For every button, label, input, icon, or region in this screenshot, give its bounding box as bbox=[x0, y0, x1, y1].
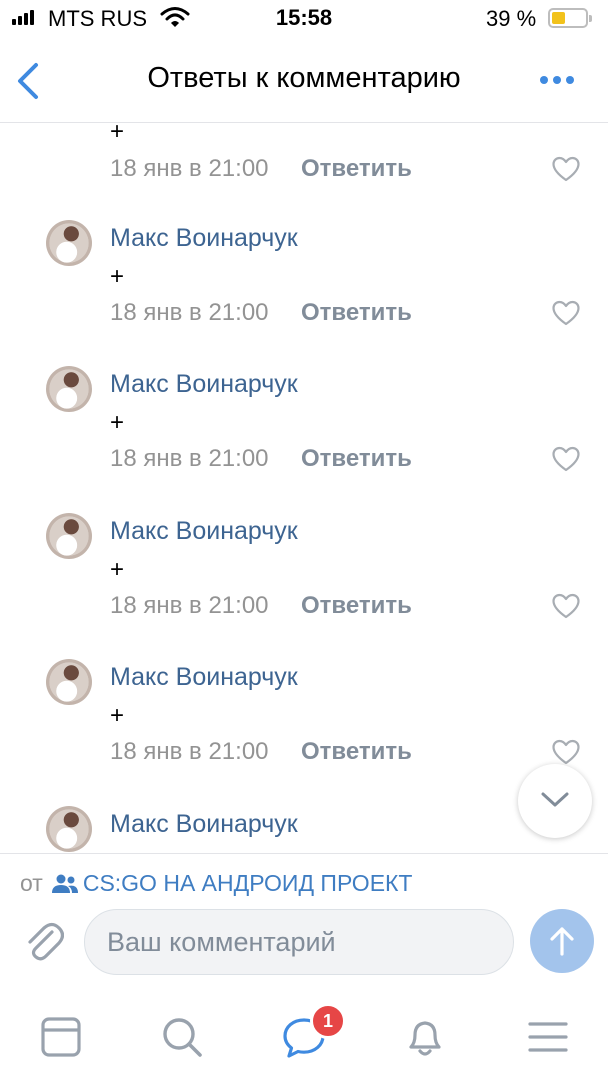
messages-badge: 1 bbox=[310, 1003, 346, 1039]
like-heart-icon[interactable] bbox=[552, 593, 580, 619]
comment-source: от CS:GO НА АНДРОИД ПРОЕКТ bbox=[20, 870, 412, 897]
comments-list: + 18 янв в 21:00 Ответить Макс Воинарчук… bbox=[0, 123, 608, 853]
source-group-link[interactable]: CS:GO НА АНДРОИД ПРОЕКТ bbox=[83, 870, 413, 897]
navigation-header: Ответы к комментарию bbox=[0, 40, 608, 123]
comment-date: 18 янв в 21:00 bbox=[110, 445, 269, 472]
comment-text: + bbox=[110, 123, 125, 145]
reply-button[interactable]: Ответить bbox=[301, 445, 412, 473]
comment-author[interactable]: Макс Воинарчук bbox=[110, 810, 298, 839]
source-prefix: от bbox=[20, 870, 43, 896]
bottom-tab-bar bbox=[0, 995, 608, 1080]
comment-text: + bbox=[110, 556, 125, 583]
paperclip-icon[interactable] bbox=[22, 918, 64, 964]
like-heart-icon[interactable] bbox=[552, 446, 580, 472]
divider bbox=[0, 853, 608, 854]
avatar[interactable] bbox=[46, 513, 92, 559]
comment-date: 18 янв в 21:00 bbox=[110, 299, 269, 326]
send-button[interactable] bbox=[530, 909, 594, 973]
like-heart-icon[interactable] bbox=[552, 739, 580, 765]
comment-input-placeholder: Ваш комментарий bbox=[107, 927, 336, 957]
comment-author[interactable]: Макс Воинарчук bbox=[110, 517, 298, 546]
chevron-down-icon bbox=[541, 792, 569, 807]
avatar[interactable] bbox=[46, 659, 92, 705]
reply-button[interactable]: Ответить bbox=[301, 155, 412, 183]
comment-date: 18 янв в 21:00 bbox=[110, 738, 269, 765]
comment-author[interactable]: Макс Воинарчук bbox=[110, 663, 298, 692]
comment-text: + bbox=[110, 263, 125, 290]
avatar[interactable] bbox=[46, 366, 92, 412]
tab-search-icon[interactable] bbox=[160, 1015, 204, 1059]
scroll-down-button[interactable] bbox=[518, 764, 592, 838]
tab-notifications-icon[interactable] bbox=[403, 1015, 447, 1059]
reply-button[interactable]: Ответить bbox=[301, 592, 412, 620]
comment-text: + bbox=[110, 409, 125, 436]
comment-author[interactable]: Макс Воинарчук bbox=[110, 224, 298, 253]
avatar[interactable] bbox=[46, 220, 92, 266]
avatar[interactable] bbox=[46, 806, 92, 852]
comment-input[interactable]: Ваш комментарий bbox=[84, 909, 584, 975]
page-title: Ответы к комментарию bbox=[147, 62, 461, 94]
comment-date: 18 янв в 21:00 bbox=[110, 592, 269, 619]
comment-text: + bbox=[110, 702, 125, 729]
reply-button[interactable]: Ответить bbox=[301, 738, 412, 766]
like-heart-icon[interactable] bbox=[552, 300, 580, 326]
like-heart-icon[interactable] bbox=[552, 156, 580, 182]
community-icon bbox=[51, 874, 78, 893]
tab-menu-icon[interactable] bbox=[526, 1015, 570, 1059]
more-options-icon[interactable] bbox=[540, 76, 574, 84]
status-bar: MTS RUS 15:58 39 % bbox=[0, 0, 608, 40]
comment-date: 18 янв в 21:00 bbox=[110, 155, 269, 182]
battery-percentage: 39 % bbox=[486, 6, 537, 31]
comment-author[interactable]: Макс Воинарчук bbox=[110, 370, 298, 399]
arrow-up-icon bbox=[550, 927, 574, 956]
battery-icon bbox=[548, 8, 592, 28]
reply-button[interactable]: Ответить bbox=[301, 299, 412, 327]
tab-news-icon[interactable] bbox=[39, 1015, 83, 1059]
